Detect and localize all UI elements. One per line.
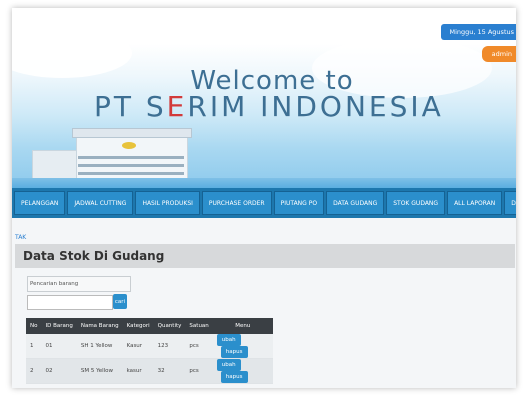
admin-user-button[interactable]: admin [481, 46, 516, 62]
company-suffix: RIM INDONESIA [187, 90, 444, 123]
company-prefix: PT S [94, 90, 167, 123]
building-window-row [78, 172, 184, 175]
stock-table: No ID Barang Nama Barang Kategori Quanti… [26, 318, 273, 384]
search-button[interactable]: cari [113, 294, 127, 309]
cell-nama-barang: SM 5 Yellow [76, 358, 123, 384]
building-logo-icon [122, 142, 136, 149]
search-input[interactable] [27, 295, 113, 310]
cell-kategori: kasur [122, 358, 154, 384]
breadcrumb[interactable]: TAK [15, 234, 26, 241]
company-accent: E [166, 90, 188, 123]
cell-quantity: 32 [153, 358, 186, 384]
cell-satuan: pcs [185, 358, 213, 384]
cell-menu: ubahhapus [212, 358, 273, 384]
company-name: PT SERIM INDONESIA [94, 90, 444, 123]
main-nav: PELANGGAN JADWAL CUTTING HASIL PRODUKSI … [12, 188, 516, 218]
cell-id-barang: 02 [41, 358, 77, 384]
page-title-bar: Data Stok Di Gudang [15, 244, 515, 268]
nav-purchase-order[interactable]: PURCHASE ORDER [201, 191, 272, 215]
search-label: Pencarian barang [27, 276, 131, 292]
app-window: Welcome to PT SERIM INDONESIA Minggu, 15… [12, 8, 516, 388]
table-row: 1 01 SH 1 Yellow Kasur 123 pcs ubahhapus [26, 334, 273, 359]
cell-kategori: Kasur [122, 334, 154, 359]
col-header-satuan: Satuan [185, 318, 213, 334]
banner-ground [12, 178, 516, 188]
cell-no: 1 [26, 334, 42, 359]
nav-jadwal-cutting[interactable]: JADWAL CUTTING [67, 191, 134, 215]
nav-hasil-produksi[interactable]: HASIL PRODUKSI [135, 191, 200, 215]
cell-no: 2 [26, 358, 42, 384]
building-window-row [78, 156, 184, 159]
cell-satuan: pcs [185, 334, 213, 359]
delete-button[interactable]: hapus [220, 346, 248, 358]
cell-quantity: 123 [153, 334, 186, 359]
nav-pelanggan[interactable]: PELANGGAN [14, 191, 66, 215]
edit-button[interactable]: ubah [216, 334, 241, 346]
page-title: Data Stok Di Gudang [23, 249, 165, 263]
col-header-quantity: Quantity [153, 318, 186, 334]
nav-data-gudang[interactable]: DATA GUDANG [326, 191, 385, 215]
col-header-nama-barang: Nama Barang [76, 318, 123, 334]
cell-menu: ubahhapus [212, 334, 273, 359]
col-header-menu: Menu [212, 318, 273, 334]
cell-id-barang: 01 [41, 334, 77, 359]
col-header-kategori: Kategori [122, 318, 154, 334]
edit-button[interactable]: ubah [216, 359, 241, 371]
cell-nama-barang: SH 1 Yellow [76, 334, 123, 359]
building-window-row [78, 164, 184, 167]
nav-all-laporan[interactable]: ALL LAPORAN [447, 191, 503, 215]
nav-data-akun[interactable]: DATA AKUN [504, 191, 516, 215]
table-row: 2 02 SM 5 Yellow kasur 32 pcs ubahhapus [26, 358, 273, 384]
date-badge: Minggu, 15 Agustus [441, 24, 516, 40]
building-roof [72, 128, 192, 138]
header-banner: Welcome to PT SERIM INDONESIA Minggu, 15… [12, 8, 516, 188]
col-header-no: No [26, 318, 42, 334]
col-header-id-barang: ID Barang [41, 318, 77, 334]
nav-stok-gudang[interactable]: STOK GUDANG [386, 191, 446, 215]
nav-piutang-po[interactable]: PIUTANG PO [273, 191, 325, 215]
delete-button[interactable]: hapus [220, 371, 248, 383]
table-header-row: No ID Barang Nama Barang Kategori Quanti… [26, 318, 273, 334]
